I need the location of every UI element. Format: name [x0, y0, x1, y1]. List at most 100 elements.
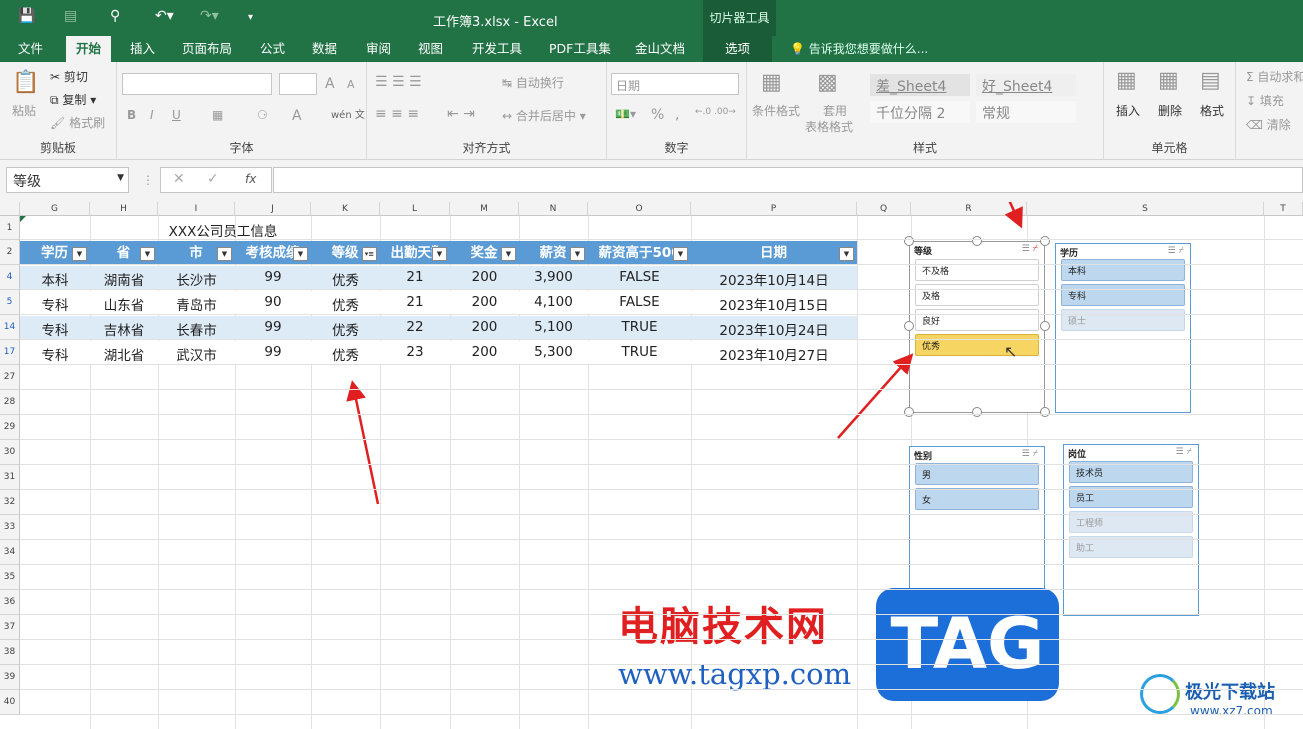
- clear-label: 清除: [1266, 118, 1291, 132]
- styles-group: ▦ 条件格式 ▩ 套用 表格格式 差_Sheet4 好_Sheet4 千位分隔 …: [747, 62, 1104, 160]
- italic-button[interactable]: I: [150, 108, 154, 122]
- window-title: 工作簿3.xlsx - Excel: [433, 15, 558, 30]
- conditional-format-icon: ▦: [761, 70, 782, 95]
- style-normal[interactable]: 常规: [976, 101, 1076, 123]
- redo-icon[interactable]: ↷▾: [200, 8, 219, 24]
- styles-label: 样式: [912, 141, 937, 155]
- border-icon[interactable]: ▦: [212, 108, 223, 122]
- tab-home[interactable]: 开始: [66, 36, 112, 62]
- style-bad[interactable]: 差_Sheet4: [870, 74, 970, 96]
- format-button[interactable]: 格式: [1200, 102, 1224, 119]
- fill-button[interactable]: ↧ 填充: [1246, 92, 1284, 109]
- formula-input[interactable]: [273, 167, 1303, 193]
- tell-me-search[interactable]: 💡 告诉我您想要做什么...: [790, 40, 928, 57]
- paste-icon[interactable]: 📋: [12, 70, 39, 95]
- tab-pdf[interactable]: PDF工具集: [549, 40, 611, 58]
- number-format-select[interactable]: 日期: [611, 73, 739, 95]
- style-good[interactable]: 好_Sheet4: [976, 74, 1076, 96]
- font-group: A A B I U ▦ ⚆ A wén 文 字体: [117, 62, 367, 160]
- copy-button[interactable]: ⧉ 复制 ▾: [50, 91, 96, 108]
- cells-label: 单元格: [1151, 141, 1188, 155]
- align-left-icon[interactable]: ≡ ≡ ≡: [375, 106, 419, 122]
- fill-down-icon: ↧: [1246, 94, 1257, 108]
- arrow-to-selected-item: [837, 353, 914, 439]
- tab-data[interactable]: 数据: [312, 40, 337, 58]
- merge-label: 合并后居中: [515, 109, 576, 123]
- ribbon: 📋 粘贴 ✂ 剪切 ⧉ 复制 ▾ 🖌 格式刷 剪贴板 A A B I U ▦ ⚆…: [0, 62, 1303, 160]
- search-preview-icon[interactable]: ⚲: [110, 8, 120, 24]
- shrink-font-button[interactable]: A: [347, 78, 355, 91]
- tab-view[interactable]: 视图: [418, 40, 443, 58]
- fill-color-icon[interactable]: ⚆: [257, 108, 268, 122]
- percent-button[interactable]: %: [651, 107, 664, 123]
- tab-review[interactable]: 审阅: [366, 40, 391, 58]
- delete-button[interactable]: 删除: [1158, 102, 1182, 119]
- arrow-to-grade-column: [346, 380, 380, 505]
- comma-button[interactable]: ,: [675, 107, 679, 123]
- bold-button[interactable]: B: [127, 108, 136, 122]
- insert-function-icon[interactable]: fx: [245, 172, 256, 186]
- grow-font-button[interactable]: A: [325, 76, 335, 92]
- tab-developer[interactable]: 开发工具: [472, 40, 522, 58]
- formula-bar: 等级 ▼ ⋮ ✕ ✓ fx: [0, 160, 1303, 202]
- fill-label: 填充: [1259, 94, 1284, 108]
- tab-page-layout[interactable]: 页面布局: [182, 40, 232, 58]
- alignment-group: ☰ ☰ ☰ ↹ 自动换行 ≡ ≡ ≡ ⇤ ⇥ ↔ 合并后居中 ▾ 对齐方式: [367, 62, 607, 160]
- align-top-icon[interactable]: ☰ ☰ ☰: [375, 74, 422, 90]
- watermark-cn: 电脑技术网: [618, 604, 828, 650]
- print-preview-icon[interactable]: ▤: [64, 8, 77, 24]
- slicer-tools-label: 切片器工具: [703, 0, 776, 36]
- ribbon-tabs: 文件 开始 插入 页面布局 公式 数据 审阅 视图 开发工具 PDF工具集 金山…: [0, 36, 1303, 62]
- enter-icon[interactable]: ✓: [207, 171, 219, 187]
- tab-wps-docs[interactable]: 金山文档: [635, 40, 685, 58]
- customize-qat-icon[interactable]: ▾: [248, 12, 253, 23]
- wrap-text-button[interactable]: ↹ 自动换行: [502, 74, 564, 91]
- font-color-button[interactable]: A: [292, 108, 302, 124]
- phonetic-button[interactable]: wén 文: [331, 106, 365, 121]
- wrap-text-label: 自动换行: [515, 76, 564, 90]
- brush-icon: 🖌: [50, 116, 66, 130]
- scissors-icon: ✂: [50, 70, 61, 84]
- font-name-select[interactable]: [122, 73, 272, 95]
- tab-file[interactable]: 文件: [18, 40, 43, 58]
- underline-button[interactable]: U: [172, 108, 181, 122]
- worksheet[interactable]: G H I J K L M N O P Q R S T 1 2 4 5 14 17 27 28…: [0, 202, 1303, 729]
- watermark-url: www.tagxp.com: [618, 657, 852, 691]
- paste-button[interactable]: 粘贴: [12, 102, 36, 119]
- cut-button[interactable]: ✂ 剪切: [50, 68, 88, 85]
- tab-insert[interactable]: 插入: [130, 40, 155, 58]
- table-format-icon: ▩: [817, 70, 838, 95]
- currency-icon[interactable]: 💵▾: [615, 107, 636, 121]
- merge-center-button[interactable]: ↔ 合并后居中 ▾: [502, 107, 586, 124]
- autosum-button[interactable]: Σ 自动求和: [1246, 68, 1303, 85]
- clipboard-label: 剪贴板: [39, 141, 76, 155]
- format-cells-icon: ▤: [1200, 68, 1221, 93]
- tab-options[interactable]: 选项: [703, 36, 773, 62]
- indent-icon[interactable]: ⇤ ⇥: [447, 106, 475, 122]
- style-comma[interactable]: 千位分隔 2: [870, 101, 970, 123]
- decimal-icon[interactable]: ←.0 .00→: [695, 107, 736, 117]
- name-box[interactable]: 等级 ▼: [6, 167, 129, 193]
- format-painter-button[interactable]: 🖌 格式刷: [50, 114, 105, 131]
- name-box-value: 等级: [13, 174, 41, 190]
- copy-label: 复制: [62, 93, 87, 107]
- tell-me-text: 告诉我您想要做什么...: [808, 42, 929, 56]
- clear-button[interactable]: ⌫ 清除: [1246, 116, 1291, 133]
- autosum-label: 自动求和: [1257, 70, 1303, 84]
- more-icon: ⋮: [142, 173, 154, 187]
- format-as-table-button[interactable]: 套用: [823, 102, 847, 119]
- formula-buttons: ✕ ✓ fx: [160, 167, 272, 193]
- insert-button[interactable]: 插入: [1116, 102, 1140, 119]
- format-as-table-button-2[interactable]: 表格格式: [805, 118, 853, 135]
- tab-formulas[interactable]: 公式: [260, 40, 285, 58]
- cancel-icon[interactable]: ✕: [173, 171, 185, 187]
- undo-icon[interactable]: ↶▾: [155, 8, 174, 24]
- copy-icon: ⧉: [50, 93, 59, 107]
- brand-logo-icon: [1140, 674, 1180, 714]
- eraser-icon: ⌫: [1246, 118, 1263, 132]
- cut-label: 剪切: [63, 70, 88, 84]
- arrow-to-clear-filter: [1004, 202, 1023, 229]
- font-size-select[interactable]: [279, 73, 317, 95]
- save-icon[interactable]: 💾: [18, 8, 35, 24]
- conditional-format-button[interactable]: 条件格式: [752, 102, 800, 119]
